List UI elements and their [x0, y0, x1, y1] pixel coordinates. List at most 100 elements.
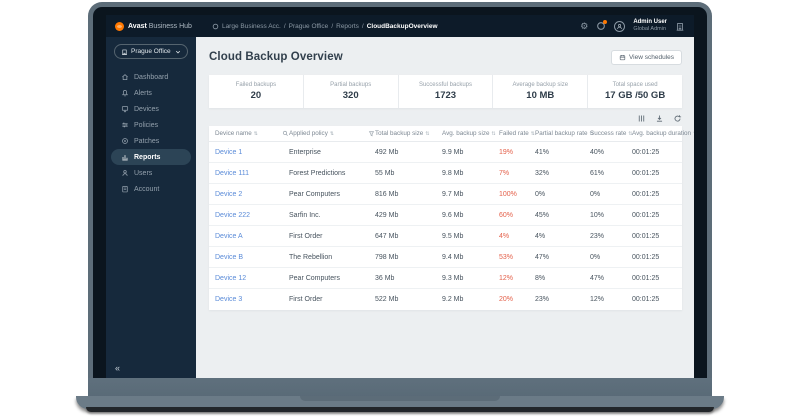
table-row: Device 12 Pear Computers 36 Mb 9.3 Mb 12…: [209, 268, 682, 289]
sidebar-item-alerts[interactable]: Alerts: [111, 85, 191, 101]
notifications-icon[interactable]: [596, 21, 606, 31]
sidebar-item-label: Patches: [134, 138, 159, 145]
sidebar-item-label: Alerts: [134, 90, 152, 97]
table-toolbar: [209, 110, 682, 126]
device-link[interactable]: Device 2: [215, 191, 289, 198]
backup-table: Device name⇅ Applied policy⇅ Total backu…: [209, 126, 682, 310]
view-schedules-label: View schedules: [629, 54, 674, 61]
user-name: Admin User: [633, 19, 667, 26]
sidebar-item-users[interactable]: Users: [111, 165, 191, 181]
table-row: Device 3 First Order 522 Mb 9.2 Mb 20% 2…: [209, 289, 682, 310]
column-header-total-backup-size[interactable]: Total backup size⇅: [375, 130, 442, 137]
policy-cell: Pear Computers: [289, 191, 375, 198]
sidebar-item-devices[interactable]: Devices: [111, 101, 191, 117]
avg-size-cell: 9.5 Mb: [442, 233, 499, 240]
device-link[interactable]: Device A: [215, 233, 289, 240]
download-icon[interactable]: [655, 114, 664, 123]
laptop-mockup: Avast Business Hub Large Business Acc. /…: [0, 0, 800, 420]
breadcrumb-item[interactable]: Prague Office: [289, 23, 329, 30]
table-row: Device 2 Pear Computers 816 Mb 9.7 Mb 10…: [209, 184, 682, 205]
avatar[interactable]: [614, 21, 625, 32]
user-block[interactable]: Admin User Global Admin: [633, 19, 667, 33]
main-content: Cloud Backup Overview View schedules Fai…: [196, 37, 694, 378]
failed-rate-cell: 100%: [499, 191, 535, 198]
building-icon: [121, 48, 128, 56]
duration-cell: 00:01:25: [632, 296, 683, 303]
policy-cell: First Order: [289, 296, 375, 303]
duration-cell: 00:01:25: [632, 212, 683, 219]
filter-icon[interactable]: [368, 130, 375, 137]
duration-cell: 00:01:25: [632, 275, 683, 282]
total-size-cell: 429 Mb: [375, 212, 442, 219]
failed-rate-cell: 7%: [499, 170, 535, 177]
column-header-success-rate[interactable]: Success rate⇅: [590, 130, 632, 137]
device-link[interactable]: Device 1: [215, 149, 289, 156]
device-link[interactable]: Device 12: [215, 275, 289, 282]
sort-icon[interactable]: ⇅: [693, 131, 694, 137]
failed-rate-cell: 19%: [499, 149, 535, 156]
column-header-partial-backup-rate[interactable]: Partial backup rate⇅: [535, 130, 590, 137]
partial-rate-cell: 32%: [535, 170, 590, 177]
settings-gear-icon[interactable]: ⚙: [580, 22, 588, 31]
sort-icon[interactable]: ⇅: [492, 131, 496, 137]
partial-rate-cell: 47%: [535, 254, 590, 261]
column-label: Avg. backup duration: [632, 130, 691, 137]
duration-cell: 00:01:25: [632, 191, 683, 198]
column-header-avg-backup-size[interactable]: Avg. backup size⇅: [442, 130, 499, 137]
column-header-device-name[interactable]: Device name⇅: [215, 130, 289, 137]
partial-rate-cell: 45%: [535, 212, 590, 219]
breadcrumb-item[interactable]: Large Business Acc.: [222, 23, 281, 30]
stat-value: 17 GB /50 GB: [605, 90, 665, 101]
stat-partial-backups: Partial backups 320: [303, 75, 398, 108]
site-selector[interactable]: Prague Office: [114, 44, 188, 59]
total-size-cell: 36 Mb: [375, 275, 442, 282]
column-label: Failed rate: [499, 130, 529, 137]
duration-cell: 00:01:25: [632, 149, 683, 156]
failed-rate-cell: 20%: [499, 296, 535, 303]
user-icon: [121, 169, 129, 177]
sidebar-collapse-icon[interactable]: «: [115, 363, 120, 373]
total-size-cell: 798 Mb: [375, 254, 442, 261]
columns-icon[interactable]: [637, 114, 646, 123]
policy-cell: Sarfin Inc.: [289, 212, 375, 219]
stat-value: 10 MB: [526, 90, 554, 101]
device-link[interactable]: Device 111: [215, 170, 289, 177]
sidebar-item-label: Dashboard: [134, 74, 168, 81]
brand-title: Avast Business Hub: [128, 23, 192, 30]
sort-icon[interactable]: ⇅: [425, 131, 429, 137]
avg-size-cell: 9.6 Mb: [442, 212, 499, 219]
sidebar-item-account[interactable]: Account: [111, 181, 191, 197]
column-label: Success rate: [590, 130, 626, 137]
sidebar-item-dashboard[interactable]: Dashboard: [111, 69, 191, 85]
sidebar-item-patches[interactable]: Patches: [111, 133, 191, 149]
sidebar-item-reports[interactable]: Reports: [111, 149, 191, 165]
document-icon: [121, 185, 129, 193]
company-building-icon[interactable]: [675, 21, 685, 32]
device-link[interactable]: Device 3: [215, 296, 289, 303]
breadcrumb-separator: /: [362, 23, 364, 30]
failed-rate-cell: 4%: [499, 233, 535, 240]
patch-icon: [121, 137, 129, 145]
sort-icon[interactable]: ⇅: [254, 131, 258, 137]
column-header-failed-rate[interactable]: Failed rate⇅: [499, 130, 535, 137]
view-schedules-button[interactable]: View schedules: [611, 50, 682, 65]
sidebar-item-label: Devices: [134, 106, 159, 113]
avg-size-cell: 9.7 Mb: [442, 191, 499, 198]
refresh-icon[interactable]: [673, 114, 682, 123]
sidebar-item-policies[interactable]: Policies: [111, 117, 191, 133]
device-link[interactable]: Device 222: [215, 212, 289, 219]
sort-icon[interactable]: ⇅: [330, 131, 334, 137]
stat-label: Failed backups: [236, 82, 276, 88]
success-rate-cell: 0%: [590, 191, 632, 198]
breadcrumb: Large Business Acc. / Prague Office / Re…: [212, 23, 438, 30]
home-icon: [121, 73, 129, 81]
device-link[interactable]: Device B: [215, 254, 289, 261]
chevron-down-icon: [175, 49, 181, 55]
column-header-avg-backup-duration[interactable]: Avg. backup duration⇅: [632, 130, 683, 137]
table-row: Device 1 Enterprise 492 Mb 9.9 Mb 19% 41…: [209, 142, 682, 163]
column-header-applied-policy[interactable]: Applied policy⇅: [289, 130, 375, 137]
calendar-icon: [619, 54, 626, 61]
search-icon[interactable]: [282, 130, 289, 137]
breadcrumb-item[interactable]: Reports: [336, 23, 359, 30]
column-label: Total backup size: [375, 130, 423, 137]
